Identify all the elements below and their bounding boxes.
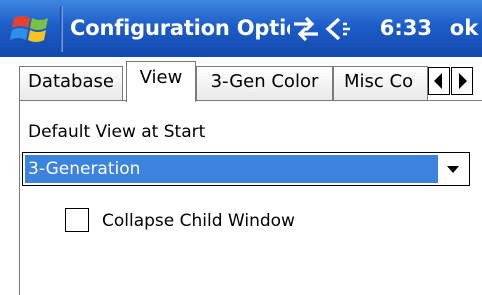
collapse-child-window-label[interactable]: Collapse Child Window: [102, 210, 295, 232]
tab-misc[interactable]: Misc Co: [333, 66, 428, 100]
tab-view[interactable]: View: [126, 61, 196, 102]
tab-scroll-left-button[interactable]: [428, 67, 450, 95]
default-view-value: 3-Generation: [25, 155, 438, 183]
title-separator: [60, 6, 63, 52]
windows-flag-icon[interactable]: [10, 12, 56, 46]
clock[interactable]: 6:33: [352, 13, 432, 43]
collapse-child-window-checkbox[interactable]: [65, 208, 89, 232]
default-view-select[interactable]: 3-Generation: [22, 152, 470, 186]
window-title: Configuration Optior: [70, 16, 290, 40]
arrow-right-icon: [459, 73, 467, 89]
ok-button[interactable]: ok: [446, 12, 482, 44]
tab-scroll-right-button[interactable]: [451, 67, 473, 95]
chevron-down-icon[interactable]: [440, 155, 466, 183]
title-bar: Configuration Optior 6:33 ok: [0, 0, 482, 57]
arrow-left-icon: [434, 73, 442, 89]
tab-database[interactable]: Database: [19, 66, 123, 100]
volume-icon[interactable]: [323, 15, 353, 43]
tab-3-gen-color[interactable]: 3-Gen Color: [196, 66, 333, 100]
connectivity-icon[interactable]: [290, 16, 322, 42]
default-view-label: Default View at Start: [28, 122, 206, 142]
